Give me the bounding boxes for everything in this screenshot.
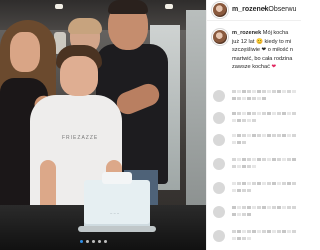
- comment-row-blurred: [213, 134, 298, 146]
- avatar: [213, 230, 225, 242]
- birthday-cake: [84, 180, 150, 230]
- ceiling-lamp: [55, 4, 63, 9]
- comment-row-blurred: [213, 206, 298, 218]
- caption-line: szczęśliwie ❤ o miłość n: [232, 47, 293, 54]
- post-photo[interactable]: FRIEZAZZE ~ ~ ~: [0, 0, 206, 250]
- caption-username[interactable]: m_rozenek: [232, 30, 261, 36]
- carousel-dot[interactable]: [104, 240, 107, 243]
- caption-line: martwić, bo cała rodzina: [232, 55, 293, 62]
- comment-row-blurred: [213, 230, 298, 242]
- carousel-dot[interactable]: [98, 240, 101, 243]
- caption-line: zawsze kochać: [232, 64, 270, 71]
- avatar[interactable]: [213, 3, 227, 17]
- carousel-dot[interactable]: [92, 240, 95, 243]
- avatar: [213, 134, 225, 146]
- avatar[interactable]: [213, 30, 227, 44]
- comment-row-blurred: [213, 112, 298, 124]
- post-caption: m_rozenek Mój kocha już 12 lat 😊 kiedy t…: [207, 28, 301, 78]
- window: [186, 10, 206, 210]
- comment-row-blurred: [213, 182, 298, 194]
- carousel-indicator: [80, 240, 107, 243]
- child-hair: [68, 18, 102, 34]
- avatar: [213, 90, 225, 102]
- cake-label: ~ ~ ~: [110, 211, 120, 216]
- man-hair: [108, 0, 148, 14]
- caption-text: m_rozenek Mój kocha już 12 lat 😊 kiedy t…: [232, 29, 301, 72]
- avatar: [213, 112, 225, 124]
- heart-icon: ❤: [271, 64, 277, 71]
- carousel-dot[interactable]: [80, 240, 83, 243]
- comments-list: [207, 86, 301, 250]
- comment-row-blurred: [213, 158, 298, 170]
- carousel-dot[interactable]: [86, 240, 89, 243]
- post-side-panel: m_rozenek • Obserwu m_rozenek Mój kocha …: [206, 0, 301, 250]
- cake-topper: [102, 172, 132, 184]
- avatar: [213, 182, 225, 194]
- comment-row-blurred: [213, 90, 298, 102]
- follow-button[interactable]: • Obserwu: [264, 6, 296, 13]
- shirt-print: FRIEZAZZE: [62, 135, 99, 141]
- boy-face: [60, 56, 98, 96]
- caption-line: już 12 lat 😊 kiedy to mi: [232, 38, 292, 45]
- woman-face: [10, 32, 40, 72]
- cake-plate: [78, 226, 156, 232]
- avatar: [213, 158, 225, 170]
- ceiling-lamp: [165, 4, 173, 9]
- avatar: [213, 206, 225, 218]
- post-header: m_rozenek • Obserwu: [207, 0, 301, 21]
- caption-line: Mój kocha: [262, 30, 289, 36]
